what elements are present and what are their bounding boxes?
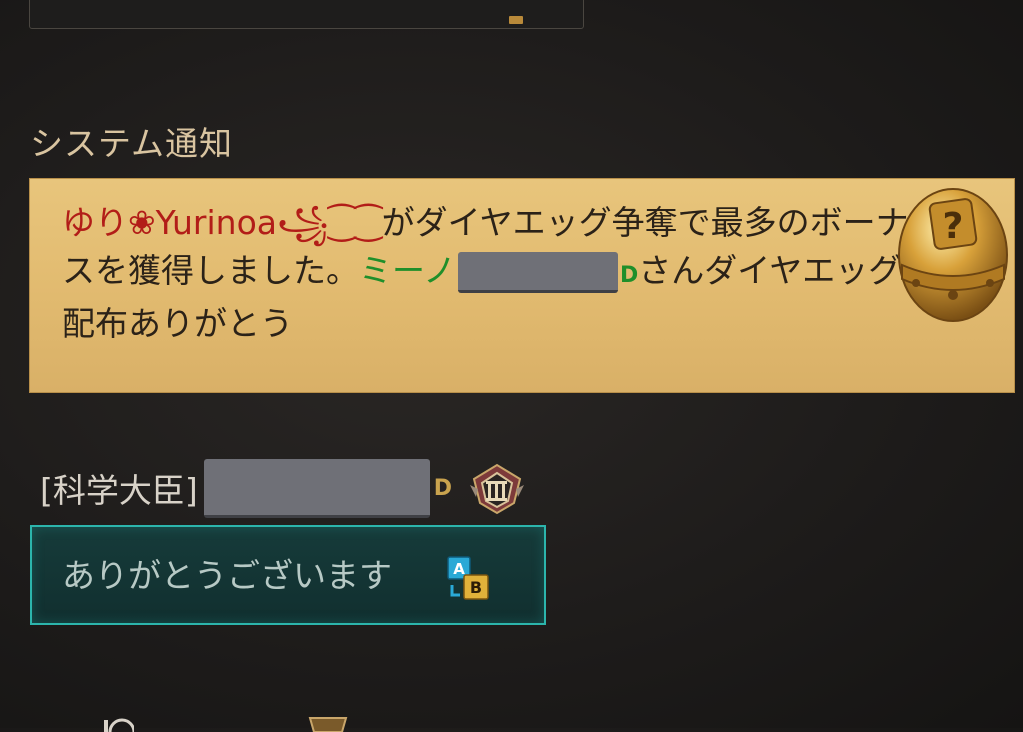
system-notice-title: システム通知 [30,124,234,163]
player-name-link-2[interactable]: ミーノ D [359,251,639,293]
partial-avatar-icon [104,718,134,732]
redacted-sender-name [203,458,430,518]
system-notice-card[interactable]: ゆり❀Yurinoa꧁⁐⁐がダイヤエッグ争奪で最多のボーナスを獲得しました。ミー… [29,178,1015,393]
svg-text:B: B [470,578,482,597]
sender-name-suffix: D [433,475,453,501]
svg-text:?: ? [943,206,964,247]
chat-message-bubble[interactable]: ありがとうございます A B [30,525,546,625]
player-name-prefix: ミーノ [359,251,457,290]
rank-badge-icon[interactable] [468,459,526,517]
redacted-name [458,252,619,293]
player-name-link[interactable]: ゆり❀Yurinoa꧁⁐⁐ [62,203,382,242]
translate-icon[interactable]: A B [444,555,492,603]
previous-message-bubble [29,0,584,29]
svg-text:A: A [453,560,465,578]
previous-message-icon [509,16,523,24]
player-name-suffix: D [620,263,639,288]
chat-sender-row[interactable]: [科学大臣] D [40,458,526,518]
sender-title: [科学大臣] [40,471,198,510]
system-notice-text: ゆり❀Yurinoa꧁⁐⁐がダイヤエッグ争奪で最多のボーナスを獲得しました。ミー… [62,199,922,348]
golden-egg-icon: ? [898,188,1008,322]
partial-rank-badge-icon [308,717,348,732]
chat-message-text: ありがとうございます [62,556,392,595]
